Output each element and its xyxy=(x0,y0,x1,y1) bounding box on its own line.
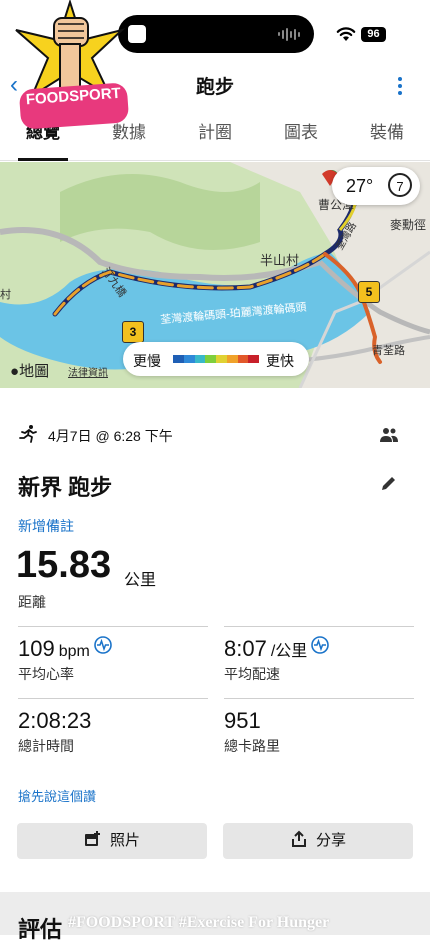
foodsport-logo: FOODSPORT xyxy=(10,0,130,140)
edit-icon[interactable] xyxy=(380,474,398,492)
activity-meta-row: 4月7日 @ 6:28 下午 xyxy=(18,424,413,446)
activity-title: 新界 跑步 xyxy=(18,475,113,500)
legend-swatch xyxy=(183,355,195,363)
add-photo-icon xyxy=(84,831,100,846)
legend-swatch xyxy=(194,355,206,363)
legend-color-bar xyxy=(173,355,259,363)
people-icon[interactable] xyxy=(379,426,399,444)
distance-value: 15.83 xyxy=(16,544,112,586)
pace-chart-icon[interactable] xyxy=(311,636,330,654)
stat-total-calories: 951 總卡路里 xyxy=(224,698,414,765)
stat-value: 951 xyxy=(224,708,261,733)
pace-legend: 更慢 更快 xyxy=(123,342,309,376)
heart-rate-chart-icon[interactable] xyxy=(94,636,112,654)
dynamic-island xyxy=(118,15,314,53)
share-button[interactable]: 分享 xyxy=(223,823,413,859)
app-icon xyxy=(128,25,146,43)
legend-swatch xyxy=(216,355,227,363)
km-marker: 3 xyxy=(122,321,144,343)
stat-total-time: 2:08:23 總計時間 xyxy=(18,698,208,765)
stat-avg-heart-rate: 109 bpm 平均心率 xyxy=(18,626,208,693)
legend-swatch xyxy=(226,355,238,363)
legend-fast-label: 更快 xyxy=(266,353,294,369)
more-options-icon[interactable] xyxy=(393,72,407,100)
share-icon xyxy=(291,830,306,847)
tab-laps[interactable]: 計圈 xyxy=(172,108,258,160)
map-label: 青荃路 xyxy=(372,345,405,357)
legend-slow-label: 更慢 xyxy=(133,353,161,369)
first-like-link[interactable]: 搶先說這個讚 xyxy=(18,786,96,805)
add-photo-button[interactable]: 照片 xyxy=(17,823,207,859)
stat-label: 總計時間 xyxy=(18,738,74,754)
activity-date: 4月7日 @ 6:28 下午 xyxy=(48,428,173,444)
map-attribution: ●地圖 xyxy=(10,360,49,381)
legend-swatch xyxy=(205,355,216,363)
audio-wave-icon xyxy=(278,27,300,41)
map-label: 村 xyxy=(0,289,11,301)
stat-label: 平均心率 xyxy=(18,666,74,682)
stat-unit: bpm xyxy=(58,643,90,660)
share-button-label: 分享 xyxy=(315,832,346,849)
map-label: 半山村 xyxy=(260,253,300,268)
map-label: 麥勳徑 xyxy=(390,218,427,232)
stat-value: 2:08:23 xyxy=(18,708,92,733)
compass-icon: 7 xyxy=(388,173,412,197)
tab-charts[interactable]: 圖表 xyxy=(258,108,344,160)
apple-logo-icon: ● xyxy=(10,363,20,380)
section-title: 評估 xyxy=(18,917,63,942)
wifi-icon xyxy=(336,27,356,41)
tab-gear[interactable]: 裝備 xyxy=(344,108,430,160)
legend-swatch xyxy=(237,355,249,363)
km-marker: 5 xyxy=(358,281,380,303)
stat-unit: /公里 xyxy=(270,643,308,660)
distance-unit: 公里 xyxy=(124,572,157,589)
distance-label: 距離 xyxy=(18,594,46,610)
running-icon xyxy=(19,425,37,443)
legend-swatch xyxy=(173,355,184,363)
logo-text: FOODSPORT xyxy=(18,82,130,130)
watermark-text: #FOODSPORT #Exercise For Hunger xyxy=(68,914,330,931)
legend-swatch xyxy=(248,355,259,363)
stat-value: 109 xyxy=(18,636,55,661)
battery-indicator: 96 xyxy=(361,27,386,42)
temperature: 27° xyxy=(346,176,374,196)
add-note-link[interactable]: 新增備註 xyxy=(18,516,74,536)
stat-label: 平均配速 xyxy=(224,666,280,682)
legal-link[interactable]: 法律資訊 xyxy=(68,364,108,379)
photo-button-label: 照片 xyxy=(109,832,140,849)
stat-value: 8:07 xyxy=(224,636,267,661)
map-attribution-text: 地圖 xyxy=(19,363,50,380)
stat-avg-pace: 8:07/公里 平均配速 xyxy=(224,626,414,693)
stat-label: 總卡路里 xyxy=(224,738,280,754)
weather-widget[interactable]: 27° 7 xyxy=(332,167,420,205)
